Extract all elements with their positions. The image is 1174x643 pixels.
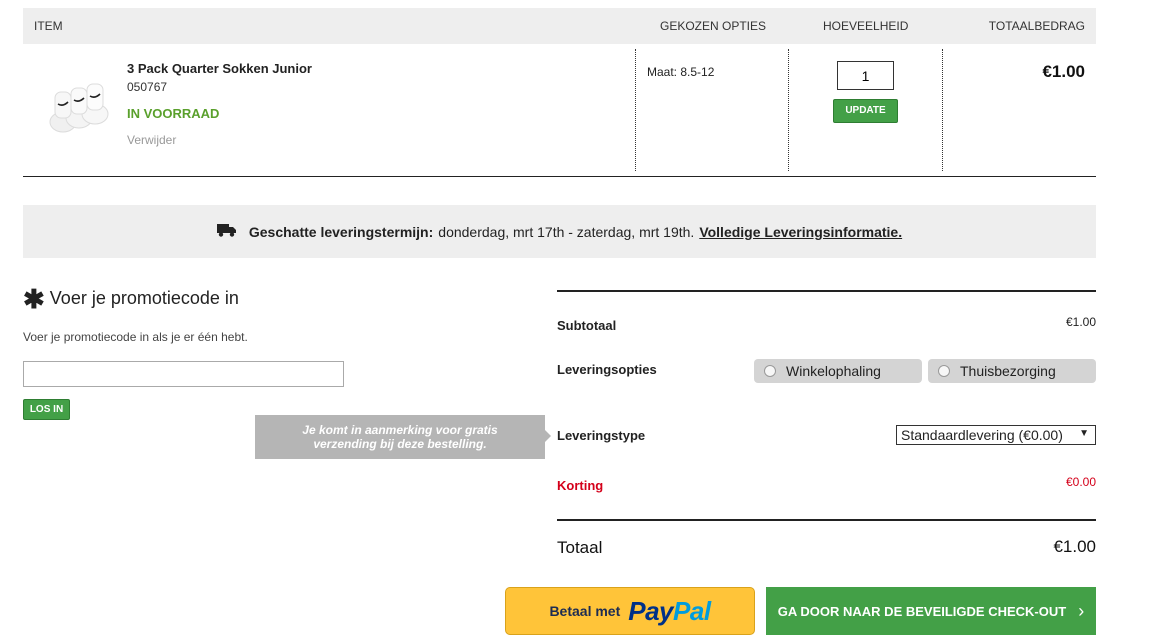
- update-quantity-button[interactable]: UPDATE: [833, 99, 898, 123]
- radio-icon[interactable]: [764, 365, 776, 377]
- total-value: €1.00: [1053, 537, 1096, 556]
- column-divider: [942, 49, 943, 171]
- truck-icon: [216, 223, 236, 237]
- home-delivery-option[interactable]: Thuisbezorging: [928, 359, 1096, 383]
- summary-divider: [557, 290, 1096, 292]
- dropdown-arrow-icon: ▼: [1079, 428, 1089, 439]
- store-pickup-label: Winkelophaling: [786, 363, 881, 379]
- stock-status: IN VOORRAAD: [127, 106, 220, 121]
- delivery-date-range: donderdag, mrt 17th - zaterdag, mrt 19th…: [438, 223, 695, 240]
- column-divider: [635, 49, 636, 171]
- delivery-info-link[interactable]: Volledige Leveringsinformatie.: [699, 224, 902, 240]
- promo-title-text: Voer je promotiecode in: [49, 288, 239, 308]
- delivery-estimate-banner: Geschatte leveringstermijn: donderdag, m…: [23, 205, 1096, 258]
- total-label: Totaal: [557, 538, 603, 557]
- paypal-prefix: Betaal met: [549, 603, 621, 619]
- paypal-logo-pal: Pal: [673, 595, 711, 626]
- remove-item-link[interactable]: Verwijder: [127, 133, 176, 147]
- product-name[interactable]: 3 Pack Quarter Sokken Junior: [127, 61, 312, 76]
- free-shipping-notice: Je komt in aanmerking voor gratis verzen…: [255, 415, 545, 459]
- chevron-right-icon: ›: [1078, 600, 1085, 621]
- summary-divider: [557, 519, 1096, 521]
- line-total: €1.00: [1042, 62, 1085, 81]
- socks-product-image: [49, 83, 109, 133]
- product-sku: 050767: [127, 80, 168, 94]
- subtotal-label: Subtotaal: [557, 318, 617, 333]
- delivery-type-select[interactable]: Standaardlevering (€0.00) ▼: [896, 425, 1096, 445]
- subtotal-value: €1.00: [1065, 315, 1096, 329]
- paypal-button[interactable]: Betaal met Pay Pal: [505, 587, 755, 635]
- discount-label: Korting: [557, 478, 604, 493]
- discount-value: €0.00: [1065, 475, 1096, 489]
- radio-icon[interactable]: [938, 365, 950, 377]
- delivery-type-label: Leveringstype: [557, 428, 646, 443]
- quantity-input[interactable]: [837, 61, 894, 90]
- asterisk-icon: ✱: [23, 283, 45, 314]
- header-total: TOTAALBEDRAG: [988, 19, 1085, 33]
- column-divider: [788, 49, 789, 171]
- delivery-estimate-label: Geschatte leveringstermijn:: [248, 223, 434, 240]
- cart-item-row: 3 Pack Quarter Sokken Junior 050767 IN V…: [23, 44, 1096, 177]
- promo-code-input[interactable]: [23, 361, 344, 387]
- secure-checkout-button[interactable]: GA DOOR NAAR DE BEVEILIGDE CHECK-OUT ›: [766, 587, 1096, 635]
- delivery-type-value: Standaardlevering (€0.00): [901, 427, 1063, 443]
- header-item: ITEM: [34, 19, 63, 33]
- store-pickup-option[interactable]: Winkelophaling: [754, 359, 922, 383]
- promo-help-text: Voer je promotiecode in als je er één he…: [23, 330, 248, 344]
- cart-table-header: ITEM GEKOZEN OPTIES HOEVEELHEID TOTAALBE…: [23, 8, 1096, 44]
- home-delivery-label: Thuisbezorging: [960, 363, 1056, 379]
- promo-title: ✱ Voer je promotiecode in: [23, 283, 239, 314]
- delivery-options-label: Leveringsopties: [557, 362, 657, 377]
- header-options: GEKOZEN OPTIES: [660, 19, 767, 33]
- checkout-label: GA DOOR NAAR DE BEVEILIGDE CHECK-OUT: [777, 603, 1067, 619]
- header-quantity: HOEVEELHEID: [823, 19, 909, 33]
- redeem-promo-button[interactable]: LOS IN: [23, 399, 70, 420]
- tooltip-arrow: [545, 430, 551, 442]
- selected-size-option: Maat: 8.5-12: [647, 65, 715, 79]
- paypal-logo-pay: Pay: [628, 595, 674, 626]
